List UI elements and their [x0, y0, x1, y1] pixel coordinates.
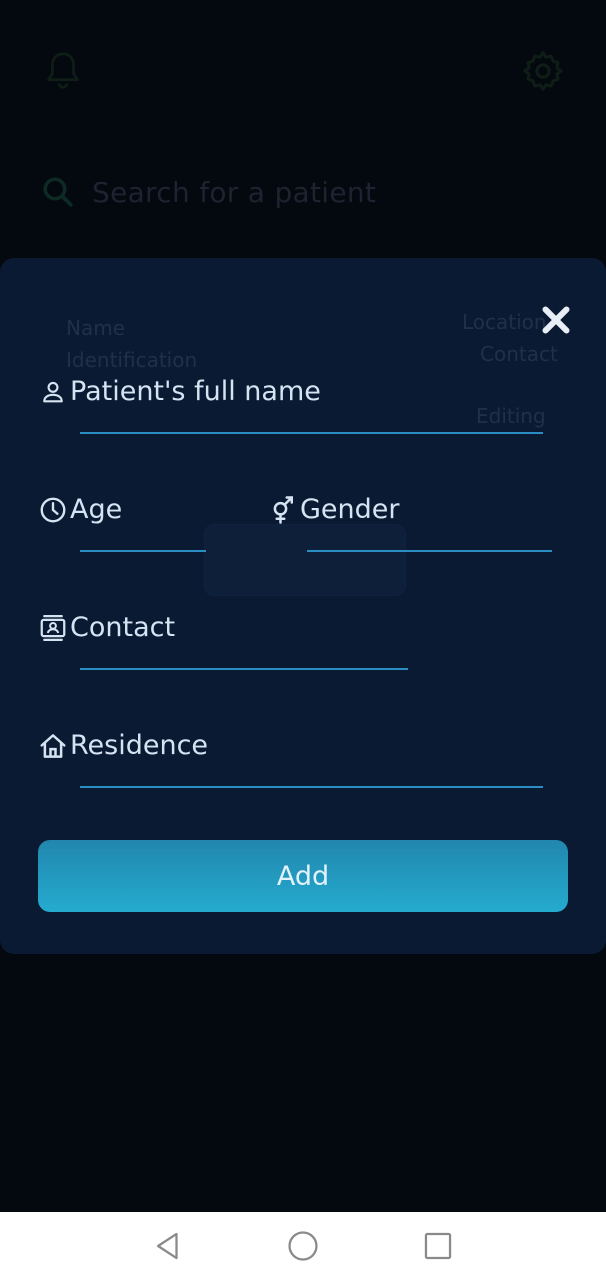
- ghost-text: Editing: [476, 404, 546, 428]
- residence-label: Residence: [70, 730, 209, 761]
- contact-card-icon: [40, 614, 66, 641]
- back-triangle-icon[interactable]: [151, 1229, 185, 1263]
- residence-input-line[interactable]: [80, 786, 543, 788]
- gender-icon: [273, 495, 293, 524]
- close-icon[interactable]: [538, 302, 574, 338]
- age-input-line[interactable]: [80, 550, 206, 552]
- gear-icon[interactable]: [520, 48, 566, 94]
- full-name-input-line[interactable]: [80, 432, 543, 434]
- add-patient-modal: Name Identification Location Contact Edi…: [0, 258, 606, 954]
- add-button-label: Add: [276, 860, 330, 892]
- contact-label: Contact: [70, 612, 176, 643]
- bell-icon[interactable]: [40, 48, 86, 94]
- ghost-text: Name: [66, 316, 126, 340]
- gender-field[interactable]: Gender: [268, 494, 400, 525]
- search-bar[interactable]: Search for a patient: [40, 168, 560, 216]
- full-name-label: Patient's full name: [70, 376, 321, 407]
- ghost-text: Location: [462, 310, 547, 334]
- residence-field[interactable]: Residence: [38, 730, 208, 761]
- home-circle-icon[interactable]: [286, 1229, 320, 1263]
- clock-icon: [40, 497, 66, 522]
- system-navigation-bar: [0, 1212, 606, 1280]
- age-label: Age: [70, 494, 123, 525]
- gender-input-line[interactable]: [307, 550, 552, 552]
- age-field[interactable]: Age: [38, 494, 122, 525]
- contact-field[interactable]: Contact: [38, 612, 175, 643]
- screen: Search for a patient Name Identification…: [0, 0, 606, 1280]
- contact-input-line[interactable]: [80, 668, 408, 670]
- ghost-text: Contact: [480, 342, 558, 366]
- search-icon: [43, 177, 73, 207]
- full-name-field[interactable]: Patient's full name: [38, 376, 321, 407]
- ghost-card: [204, 524, 406, 596]
- person-icon: [43, 381, 63, 402]
- home-icon: [40, 733, 66, 758]
- search-placeholder: Search for a patient: [92, 175, 377, 209]
- recents-square-icon[interactable]: [421, 1229, 455, 1263]
- ghost-text: Identification: [66, 348, 198, 372]
- gender-label: Gender: [300, 494, 400, 525]
- add-button[interactable]: Add: [38, 840, 568, 912]
